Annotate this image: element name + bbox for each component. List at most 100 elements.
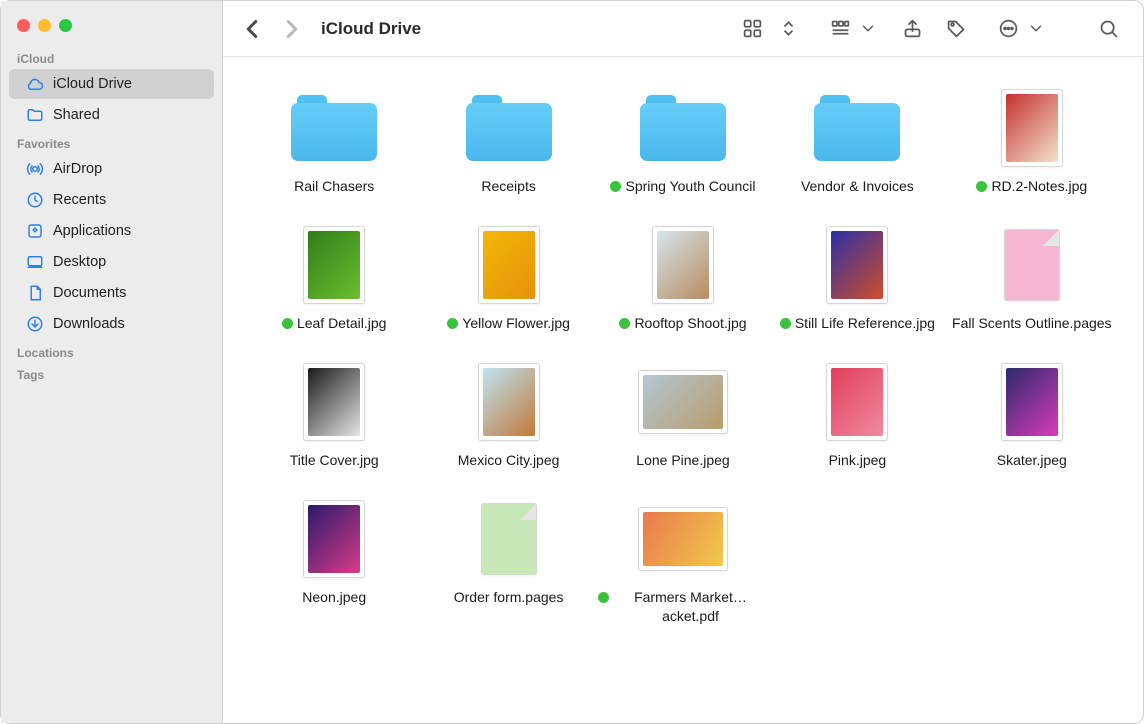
file-item[interactable]: Yellow Flower.jpg [421,222,595,333]
sidebar-item-label: Desktop [53,254,106,270]
zoom-window-button[interactable] [59,19,72,32]
file-label: RD.2-Notes.jpg [991,177,1087,196]
nav-forward-button[interactable] [277,14,307,44]
file-label: Vendor & Invoices [801,177,914,196]
sidebar-item-icloud-drive[interactable]: iCloud Drive [9,69,214,99]
window-controls [1,11,222,46]
toolbar: iCloud Drive [223,1,1143,57]
sidebar-item-applications[interactable]: Applications [9,216,214,246]
folder-icon [814,85,900,171]
file-thumbnail [989,85,1075,171]
sidebar-item-label: Applications [53,223,131,239]
sidebar-item-label: Downloads [53,316,125,332]
sidebar-section-title: iCloud [1,46,222,68]
file-item[interactable]: Leaf Detail.jpg [247,222,421,333]
sidebar-item-label: iCloud Drive [53,76,132,92]
sidebar-item-label: AirDrop [53,161,102,177]
updown-chevron-icon [771,14,805,44]
file-thumbnail [291,496,377,582]
file-label: Yellow Flower.jpg [462,314,570,333]
file-thumbnail [640,222,726,308]
file-label: Order form.pages [454,588,564,607]
apps-icon [25,221,45,241]
file-label: Still Life Reference.jpg [795,314,935,333]
tag-dot-green [619,318,630,329]
sidebar-item-recents[interactable]: Recents [9,185,214,215]
tag-dot-green [598,592,609,603]
file-browser-area[interactable]: Rail Chasers Receipts Spring Youth Council… [223,57,1143,723]
folder-icon [640,85,726,171]
file-thumbnail [814,359,900,445]
sidebar-item-label: Recents [53,192,106,208]
close-window-button[interactable] [17,19,30,32]
more-actions-button[interactable] [991,14,1045,44]
chevron-down-icon [859,14,877,44]
sidebar-item-airdrop[interactable]: AirDrop [9,154,214,184]
group-icon [823,14,857,44]
tag-dot-green [447,318,458,329]
file-label: Pink.jpeg [829,451,887,470]
download-icon [25,314,45,334]
folder-icon [291,85,377,171]
chevron-down-icon [1027,14,1045,44]
doc-icon [25,283,45,303]
location-title: iCloud Drive [321,19,421,39]
tag-dot-green [282,318,293,329]
sidebar: iCloud iCloud Drive SharedFavorites AirDrop… [1,1,223,723]
file-label: Receipts [481,177,535,196]
icon-view-icon [735,14,769,44]
sidebar-section-title: Favorites [1,131,222,153]
file-item[interactable]: RD.2-Notes.jpg [945,85,1119,196]
file-item[interactable]: Neon.jpeg [247,496,421,626]
sidebar-item-desktop[interactable]: Desktop [9,247,214,277]
tag-dot-green [610,181,621,192]
file-item[interactable]: Order form.pages [421,496,595,626]
file-item[interactable]: Fall Scents Outline.pages [945,222,1119,333]
file-label: Farmers Market…acket.pdf [613,588,768,626]
file-item[interactable]: Spring Youth Council [596,85,770,196]
file-item[interactable]: Farmers Market…acket.pdf [596,496,770,626]
file-thumbnail [640,359,726,445]
sidebar-item-downloads[interactable]: Downloads [9,309,214,339]
file-item[interactable]: Skater.jpeg [945,359,1119,470]
sidebar-section-title: Tags [1,362,222,384]
sidebar-item-shared[interactable]: Shared [9,100,214,130]
folder-icon [25,105,45,125]
minimize-window-button[interactable] [38,19,51,32]
file-item[interactable]: Rooftop Shoot.jpg [596,222,770,333]
tag-dot-green [780,318,791,329]
file-thumbnail [640,496,726,582]
file-item[interactable]: Rail Chasers [247,85,421,196]
sidebar-section-title: Locations [1,340,222,362]
tags-button[interactable] [939,14,973,44]
file-label: Title Cover.jpg [290,451,379,470]
file-item[interactable]: Receipts [421,85,595,196]
sidebar-item-documents[interactable]: Documents [9,278,214,308]
tag-dot-green [976,181,987,192]
file-item[interactable]: Title Cover.jpg [247,359,421,470]
file-item[interactable]: Still Life Reference.jpg [770,222,944,333]
file-item[interactable]: Mexico City.jpeg [421,359,595,470]
file-thumbnail [466,359,552,445]
file-thumbnail [291,222,377,308]
file-thumbnail [466,496,552,582]
file-item[interactable]: Lone Pine.jpeg [596,359,770,470]
folder-icon [466,85,552,171]
file-label: Skater.jpeg [997,451,1067,470]
file-label: Mexico City.jpeg [458,451,560,470]
main-panel: iCloud Drive [223,1,1143,723]
file-label: Rooftop Shoot.jpg [634,314,746,333]
ellipsis-circle-icon [991,14,1025,44]
desktop-icon [25,252,45,272]
view-mode-control[interactable] [735,14,805,44]
group-by-control[interactable] [823,14,877,44]
cloud-icon [25,74,45,94]
file-item[interactable]: Vendor & Invoices [770,85,944,196]
nav-back-button[interactable] [237,14,267,44]
file-item[interactable]: Pink.jpeg [770,359,944,470]
file-label: Spring Youth Council [625,177,755,196]
file-thumbnail [989,222,1075,308]
search-button[interactable] [1091,14,1125,44]
file-label: Leaf Detail.jpg [297,314,387,333]
share-button[interactable] [895,14,929,44]
